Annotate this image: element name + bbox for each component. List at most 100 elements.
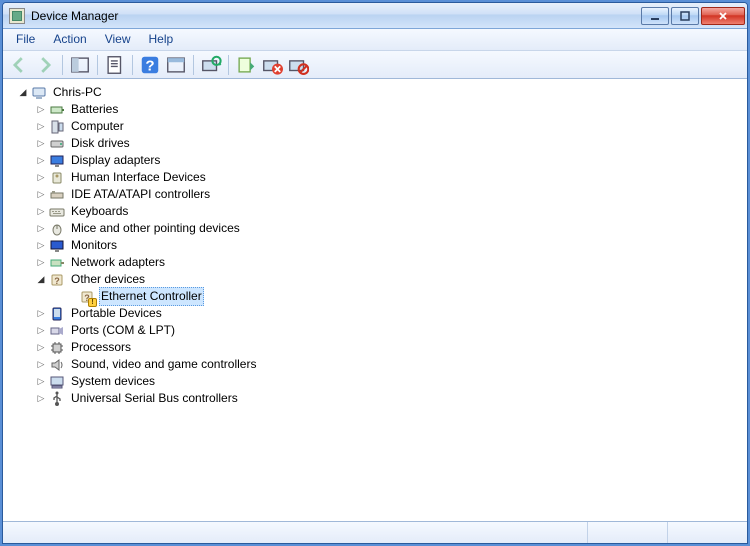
category-node[interactable]: ▷ Mice and other pointing devices	[3, 220, 747, 237]
category-node[interactable]: ◢? Other devices	[3, 271, 747, 288]
node-label[interactable]: Keyboards	[69, 203, 130, 220]
node-label[interactable]: Mice and other pointing devices	[69, 220, 242, 237]
maximize-button[interactable]	[671, 7, 699, 25]
expand-toggle[interactable]: ▷	[35, 342, 47, 354]
category-node[interactable]: ▷ System devices	[3, 373, 747, 390]
device-tree: ◢ Chris-PC ▷ Batteries ▷ Computer ▷ Disk drives…	[3, 80, 747, 411]
category-node[interactable]: ▷ Display adapters	[3, 152, 747, 169]
close-button[interactable]	[701, 7, 745, 25]
help-button[interactable]: ?	[138, 54, 162, 76]
action-properties-button[interactable]	[164, 54, 188, 76]
category-node[interactable]: ▷ IDE ATA/ATAPI controllers	[3, 186, 747, 203]
unknown-icon: ?	[49, 272, 65, 288]
root-node[interactable]: ◢ Chris-PC	[3, 84, 747, 101]
menu-help[interactable]: Help	[140, 29, 183, 50]
sound-icon	[49, 357, 65, 373]
node-label[interactable]: Ports (COM & LPT)	[69, 322, 177, 339]
node-label[interactable]: Disk drives	[69, 135, 132, 152]
expand-toggle[interactable]: ▷	[35, 359, 47, 371]
node-label[interactable]: Portable Devices	[69, 305, 164, 322]
collapse-toggle[interactable]: ◢	[17, 87, 29, 99]
category-node[interactable]: ▷ Universal Serial Bus controllers	[3, 390, 747, 407]
toolbar-separator	[62, 55, 63, 75]
menu-view[interactable]: View	[96, 29, 140, 50]
portable-icon	[49, 306, 65, 322]
expand-toggle[interactable]: ▷	[35, 223, 47, 235]
expand-toggle[interactable]: ▷	[35, 121, 47, 133]
expand-toggle[interactable]: ▷	[35, 257, 47, 269]
expand-toggle[interactable]: ▷	[35, 308, 47, 320]
category-node[interactable]: ▷ Disk drives	[3, 135, 747, 152]
battery-icon	[49, 102, 65, 118]
system-icon	[49, 374, 65, 390]
status-cell	[667, 522, 747, 543]
category-node[interactable]: ▷ Keyboards	[3, 203, 747, 220]
node-label[interactable]: Processors	[69, 339, 133, 356]
node-label[interactable]: Batteries	[69, 101, 120, 118]
back-button	[7, 54, 31, 76]
expand-toggle[interactable]: ▷	[35, 325, 47, 337]
category-node[interactable]: ▷ Ports (COM & LPT)	[3, 322, 747, 339]
node-label[interactable]: Chris-PC	[51, 84, 104, 101]
forward-button	[33, 54, 57, 76]
disk-icon	[49, 136, 65, 152]
port-icon	[49, 323, 65, 339]
expand-toggle[interactable]: ▷	[35, 376, 47, 388]
node-label[interactable]: Universal Serial Bus controllers	[69, 390, 240, 407]
toolbar-separator	[228, 55, 229, 75]
toolbar: ?	[3, 51, 747, 79]
node-label[interactable]: Display adapters	[69, 152, 162, 169]
node-label[interactable]: Sound, video and game controllers	[69, 356, 258, 373]
node-label[interactable]: Monitors	[69, 237, 119, 254]
category-node[interactable]: ▷ Human Interface Devices	[3, 169, 747, 186]
node-label[interactable]: Computer	[69, 118, 126, 135]
monitor-icon	[49, 238, 65, 254]
properties-button[interactable]	[103, 54, 127, 76]
device-tree-panel[interactable]: ◢ Chris-PC ▷ Batteries ▷ Computer ▷ Disk drives…	[3, 79, 747, 521]
titlebar: Device Manager	[3, 3, 747, 29]
category-node[interactable]: ▷ Sound, video and game controllers	[3, 356, 747, 373]
node-label[interactable]: Human Interface Devices	[69, 169, 208, 186]
expand-toggle[interactable]: ▷	[35, 138, 47, 150]
warning-badge-icon: !	[88, 298, 97, 307]
category-node[interactable]: ▷ Computer	[3, 118, 747, 135]
minimize-button[interactable]	[641, 7, 669, 25]
computer-icon	[31, 85, 47, 101]
update-driver-button[interactable]	[234, 54, 258, 76]
expand-toggle[interactable]: ▷	[35, 172, 47, 184]
device-manager-window: Device Manager File Action View Help	[2, 2, 748, 544]
node-label[interactable]: IDE ATA/ATAPI controllers	[69, 186, 212, 203]
category-node[interactable]: ▷ Monitors	[3, 237, 747, 254]
menu-file[interactable]: File	[7, 29, 44, 50]
device-node-ethernet-controller[interactable]: ?!Ethernet Controller	[3, 288, 747, 305]
expand-toggle[interactable]: ▷	[35, 240, 47, 252]
show-hide-console-tree-button[interactable]	[68, 54, 92, 76]
category-node[interactable]: ▷ Processors	[3, 339, 747, 356]
node-label[interactable]: Network adapters	[69, 254, 167, 271]
expand-toggle[interactable]: ▷	[35, 189, 47, 201]
node-label[interactable]: Other devices	[69, 271, 147, 288]
toolbar-separator	[97, 55, 98, 75]
ide-icon	[49, 187, 65, 203]
keyboard-icon	[49, 204, 65, 220]
menubar: File Action View Help	[3, 29, 747, 51]
uninstall-button[interactable]	[260, 54, 284, 76]
display-icon	[49, 153, 65, 169]
menu-action[interactable]: Action	[44, 29, 95, 50]
mouse-icon	[49, 221, 65, 237]
expand-toggle[interactable]: ▷	[35, 155, 47, 167]
category-node[interactable]: ▷ Batteries	[3, 101, 747, 118]
hid-icon	[49, 170, 65, 186]
category-node[interactable]: ▷ Network adapters	[3, 254, 747, 271]
node-label[interactable]: System devices	[69, 373, 157, 390]
svg-text:?: ?	[54, 276, 60, 286]
expand-toggle[interactable]: ▷	[35, 104, 47, 116]
scan-hardware-button[interactable]	[199, 54, 223, 76]
expand-toggle[interactable]: ▷	[35, 393, 47, 405]
disable-button[interactable]	[286, 54, 310, 76]
expand-toggle[interactable]: ▷	[35, 206, 47, 218]
pc-icon	[49, 119, 65, 135]
collapse-toggle[interactable]: ◢	[35, 274, 47, 286]
category-node[interactable]: ▷ Portable Devices	[3, 305, 747, 322]
node-label[interactable]: Ethernet Controller	[99, 287, 204, 306]
